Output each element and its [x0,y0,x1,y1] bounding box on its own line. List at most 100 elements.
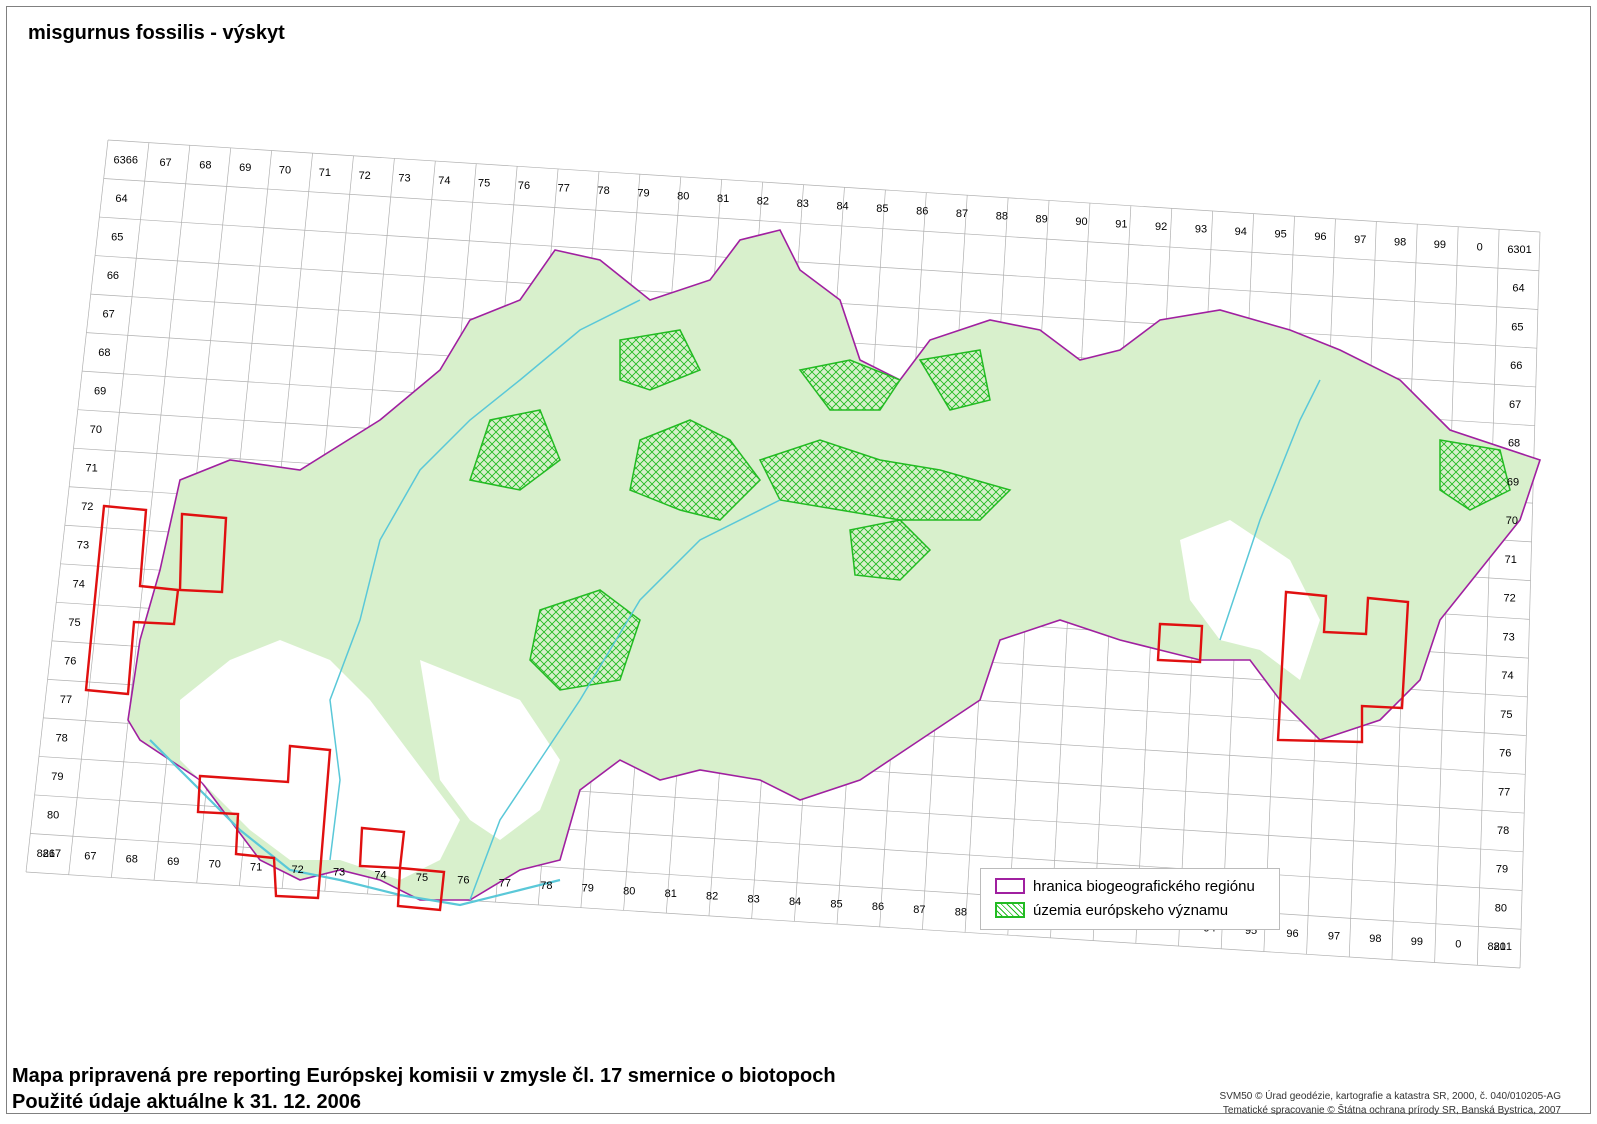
grid-label-top: 79 [637,188,649,200]
grid-label-top: 85 [876,203,888,215]
grid-label-top: 75 [478,177,490,189]
grid-label-bottom: 98 [1369,933,1381,945]
map-canvas: 6366 67 68 69 70 71 72 73 74 75 76 77 78 79 80 81 82 83 84… [25,139,1542,969]
grid-label-bottom: 70 [209,859,221,871]
grid-label-top: 97 [1354,234,1366,246]
grid-label-bottom: 75 [416,872,428,884]
grid-label-top: 78 [598,185,610,197]
grid-label-top: 87 [956,208,968,220]
grid-label-bottom: 97 [1328,931,1340,943]
grid-line-horizontal [103,178,1539,272]
grid-label-bottom: 79 [582,883,594,895]
grid-label-top: 0 [1477,241,1483,253]
credit-basemap: SVM50 © Úrad geodézie, kartografie a kat… [1219,1091,1561,1102]
grid-label-top: 99 [1434,239,1446,251]
grid-label-bottom: 67 [84,851,96,863]
grid-label-top: 77 [558,183,570,195]
grid-label-top: 71 [319,167,331,179]
grid-label-left: 71 [85,463,97,475]
grid-label-top: 6366 [114,154,138,166]
grid-line-vertical [1476,229,1500,966]
grid-label-bottom: 76 [457,875,469,887]
grid-label-bottom: 71 [250,861,262,873]
grid-label-bottom: 68 [126,853,138,865]
credit-thematic: Tematické spracovanie © Štátna ochrana p… [1222,1105,1561,1116]
legend-item-sites: územia európskeho významu [995,901,1228,919]
grid-label-top: 80 [677,190,689,202]
grid-label-top: 74 [438,175,450,187]
footer-title: Mapa pripravená pre reporting Európskej … [12,1065,836,1087]
grid-label-right: 74 [1501,670,1513,682]
grid-label-left: 76 [64,655,76,667]
grid-label-right: 67 [1509,399,1521,411]
grid-label-left: 64 [115,193,127,205]
grid-line-vertical [1519,231,1541,969]
grid-label-bottom: 87 [913,904,925,916]
grid-label-top: 81 [717,193,729,205]
grid-label-left: 66 [107,270,119,282]
grid-label-left: 69 [94,386,106,398]
grid-label-left: 75 [68,617,80,629]
grid-label-top: 98 [1394,236,1406,248]
grid-label-bottom: 88 [955,907,967,919]
grid-label-top: 91 [1115,218,1127,230]
grid-label-right: 71 [1505,554,1517,566]
grid-label-right: 72 [1504,593,1516,605]
grid-label-bottom: 86 [872,901,884,913]
grid-label-bottom: 73 [333,867,345,879]
grid-label-bottom: 8267 [37,848,61,860]
grid-label-left: 68 [98,347,110,359]
footer-date-note: Použité údaje aktuálne k 31. 12. 2006 [12,1091,362,1113]
grid-label-bottom: 78 [540,880,552,892]
grid-label-left: 65 [111,232,123,244]
grid-label-right: 68 [1508,438,1520,450]
grid-label-left: 70 [90,424,102,436]
grid-label-bottom: 0 [1455,939,1461,951]
grid-label-left: 77 [60,694,72,706]
grid-label-top: 76 [518,180,530,192]
grid-label-top: 93 [1195,224,1207,236]
grid-label-right: 80 [1495,902,1507,914]
grid-label-bottom: 99 [1411,936,1423,948]
grid-label-right: 64 [1512,283,1524,295]
grid-label-bottom: 69 [167,856,179,868]
grid-label-right: 81 [1494,941,1506,953]
grid-label-top: 95 [1274,229,1286,241]
grid-label-right: 69 [1507,476,1519,488]
grid-label-left: 74 [73,578,85,590]
grid-line-vertical [25,139,109,873]
grid-label-top: 69 [239,162,251,174]
grid-label-bottom: 72 [291,864,303,876]
grid-label-left: 72 [81,501,93,513]
grid-line-horizontal [25,871,1521,969]
grid-label-bottom: 83 [747,893,759,905]
grid-label-top: 70 [279,165,291,177]
grid-label-top: 92 [1155,221,1167,233]
grid-label-bottom: 77 [499,877,511,889]
grid-line-horizontal [107,139,1541,233]
grid-label-top: 6301 [1507,244,1531,256]
grid-label-top: 73 [398,172,410,184]
grid-label-top: 82 [757,195,769,207]
grid-label-top: 68 [199,160,211,172]
grid-label-bottom: 80 [623,885,635,897]
grid-label-bottom: 82 [706,891,718,903]
grid-label-right: 65 [1511,321,1523,333]
grid-label-right: 75 [1500,709,1512,721]
grid-label-top: 90 [1075,216,1087,228]
grid-label-left: 67 [103,309,115,321]
grid-label-top: 94 [1235,226,1247,238]
grid-label-bottom: 84 [789,896,801,908]
grid-label-right: 76 [1499,748,1511,760]
legend-swatch-sites [995,902,1025,918]
legend-label-sites: územia európskeho významu [1033,901,1229,919]
grid-label-top: 83 [797,198,809,210]
grid-label-top: 67 [159,157,171,169]
grid-label-right: 66 [1510,360,1522,372]
legend: hranica biogeografického regiónu územia … [980,868,1280,930]
grid-label-left: 80 [47,809,59,821]
grid-label-left: 78 [56,732,68,744]
legend-swatch-region-border [995,878,1025,894]
country-region [127,229,1542,907]
grid-label-right: 73 [1502,631,1514,643]
